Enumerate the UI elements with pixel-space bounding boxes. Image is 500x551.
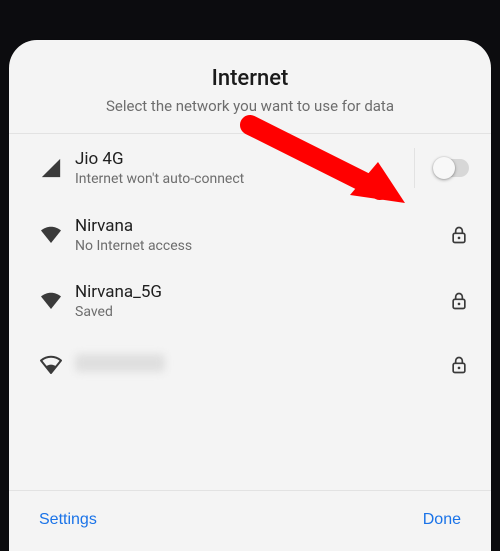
- done-button[interactable]: Done: [419, 505, 465, 535]
- network-trailing: [449, 355, 469, 375]
- network-detail: Saved: [75, 304, 449, 320]
- network-trailing: [414, 148, 469, 188]
- wifi-full-icon: [27, 223, 75, 247]
- network-trailing: [449, 291, 469, 311]
- network-name: Nirvana: [75, 216, 449, 236]
- sheet-title: Internet: [33, 66, 467, 91]
- sheet-footer: Settings Done: [9, 491, 491, 551]
- cellular-signal-icon: [27, 157, 75, 179]
- network-text: Jio 4G Internet won't auto-connect: [75, 149, 414, 187]
- sheet-subtitle: Select the network you want to use for d…: [33, 97, 467, 115]
- lock-icon: [449, 225, 469, 245]
- network-text: Nirvana No Internet access: [75, 216, 449, 254]
- settings-button[interactable]: Settings: [35, 505, 101, 535]
- network-row-cellular[interactable]: Jio 4G Internet won't auto-connect: [9, 134, 491, 202]
- network-row-wifi[interactable]: [9, 334, 491, 396]
- network-row-wifi[interactable]: Nirvana_5G Saved: [9, 268, 491, 334]
- sheet-header: Internet Select the network you want to …: [9, 40, 491, 133]
- network-text: Nirvana_5G Saved: [75, 282, 449, 320]
- lock-icon: [449, 291, 469, 311]
- network-name: Jio 4G: [75, 149, 414, 169]
- network-name: Nirvana_5G: [75, 282, 449, 302]
- network-name-redacted: [75, 354, 165, 372]
- network-detail: No Internet access: [75, 238, 449, 254]
- wifi-outline-icon: [27, 353, 75, 377]
- internet-sheet: Internet Select the network you want to …: [9, 40, 491, 551]
- wifi-full-icon: [27, 289, 75, 313]
- network-text: [75, 354, 449, 376]
- lock-icon: [449, 355, 469, 375]
- network-detail: Internet won't auto-connect: [75, 171, 414, 187]
- network-list: Jio 4G Internet won't auto-connect Nirva…: [9, 134, 491, 490]
- mobile-data-toggle[interactable]: [433, 159, 469, 177]
- network-trailing: [449, 225, 469, 245]
- separator: [414, 148, 415, 188]
- network-row-wifi[interactable]: Nirvana No Internet access: [9, 202, 491, 268]
